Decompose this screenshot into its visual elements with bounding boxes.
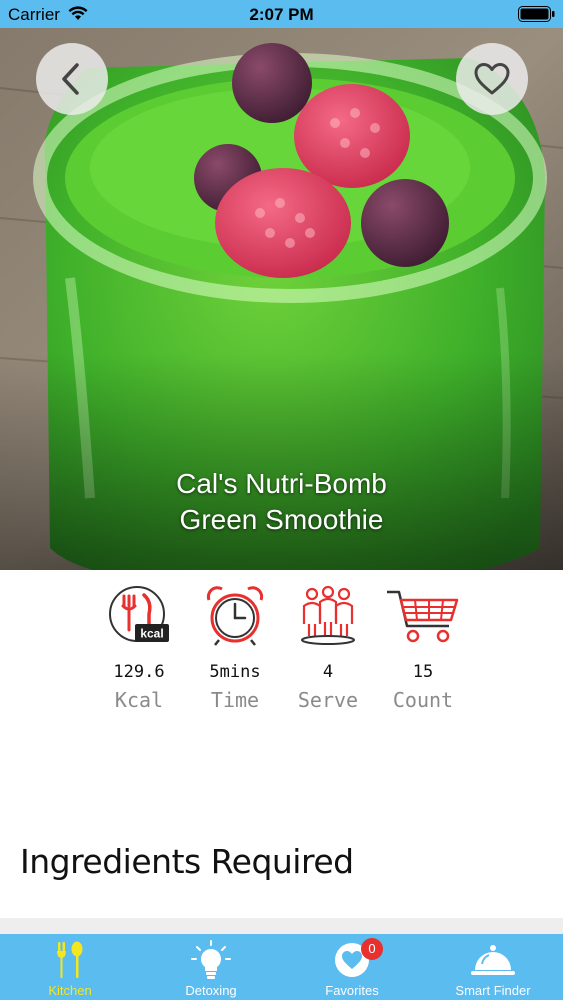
recipe-hero-image: Cal's Nutri-Bomb Green Smoothie [0,28,563,570]
lightbulb-icon [191,940,231,979]
chevron-left-icon [62,63,79,95]
status-bar: Carrier 2:07 PM [0,0,563,28]
ingredients-heading: Ingredients Required [20,842,354,881]
tab-smart-finder-label: Smart Finder [455,983,531,998]
stat-kcal-value: 129.6 [113,662,165,682]
tab-smart-finder[interactable]: Smart Finder [423,934,563,1000]
stat-serve: 4 Serve [281,584,375,712]
recipe-title-line2: Green Smoothie [179,504,384,535]
tab-favorites[interactable]: 0 Favorites [282,934,422,1000]
tab-bar: Kitchen Detoxing 0 Favorites Smart Finde… [0,934,563,1000]
stat-kcal: kcal 129.6 Kcal [92,584,186,712]
stat-serve-value: 4 [322,662,334,682]
kcal-icon: kcal [109,586,169,642]
tab-detoxing[interactable]: Detoxing [141,934,281,1000]
alarm-clock-icon [206,586,264,646]
people-icon [301,585,355,645]
stat-kcal-label: Kcal [114,688,164,712]
favorites-badge: 0 [361,938,383,960]
tab-favorites-label: Favorites [325,983,379,998]
stat-time: 5mins Time [188,584,282,712]
battery-icon [518,6,555,22]
back-button[interactable] [36,43,108,115]
recipe-title-line1: Cal's Nutri-Bomb [176,468,387,499]
stat-serve-label: Serve [297,688,359,712]
stat-count-label: Count [392,688,454,712]
tab-detoxing-label: Detoxing [185,983,237,998]
clock-time: 2:07 PM [249,5,314,24]
stat-count-value: 15 [412,662,434,682]
recipe-title: Cal's Nutri-Bomb Green Smoothie [0,466,563,538]
tab-kitchen[interactable]: Kitchen [0,934,140,1000]
ingredients-list-top [0,918,563,934]
utensils-icon [57,941,83,978]
stat-count: 15 Count [376,584,470,712]
shopping-cart-icon [387,590,459,643]
svg-text:kcal: kcal [140,627,163,641]
tab-kitchen-label: Kitchen [48,983,92,998]
recipe-stats: kcal 129.6 Kcal 5mins Time 4 Serve 15 Co… [0,584,563,714]
cloche-icon [471,945,515,975]
heart-outline-icon [474,63,510,95]
favorite-button[interactable] [456,43,528,115]
stat-time-label: Time [210,688,260,712]
stat-time-value: 5mins [209,662,261,682]
